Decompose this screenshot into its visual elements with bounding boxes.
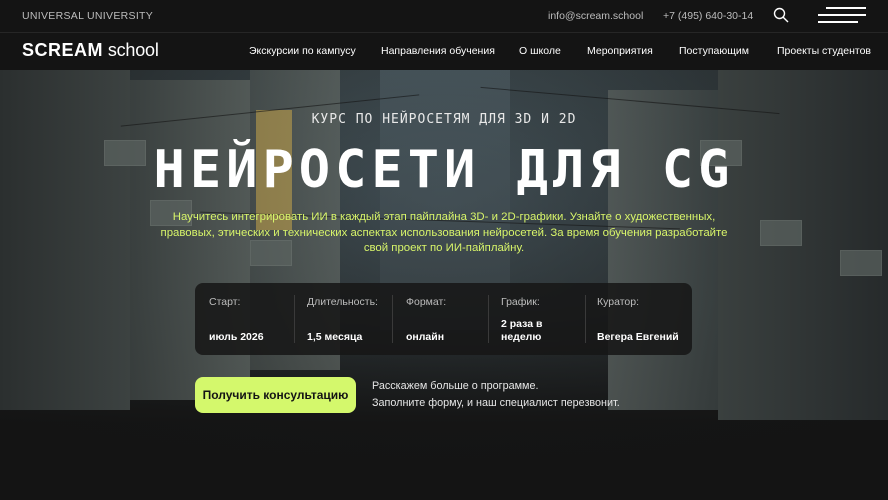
info-format: Формат: онлайн (406, 283, 486, 355)
cta-note-line1: Расскажем больше о программе. (372, 380, 539, 392)
info-start: Старт: июль 2026 (209, 283, 289, 355)
burger-menu-icon[interactable] (818, 7, 866, 23)
contact-email-link[interactable]: info@scream.school (548, 10, 643, 22)
info-value: Вегера Евгений (597, 331, 679, 343)
info-label: График: (501, 296, 540, 308)
contact-phone-link[interactable]: +7 (495) 640-30-14 (663, 10, 753, 22)
top-bar: UNIVERSAL UNIVERSITY info@scream.school … (0, 0, 888, 32)
nav-item-student-projects[interactable]: Проекты студентов (777, 45, 871, 57)
nav-item-applicants[interactable]: Поступающим (679, 45, 749, 57)
course-description: Научитесь интегрировать ИИ в каждый этап… (160, 211, 728, 254)
info-value: 2 раза в неделю (501, 318, 543, 343)
info-value: 1,5 месяца (307, 331, 363, 343)
cta-note-line2: Заполните форму, и наш специалист перезв… (372, 397, 620, 409)
main-navbar: SCREAM school Экскурсии по кампусу Напра… (0, 32, 888, 70)
info-label: Куратор: (597, 296, 639, 308)
course-info-card: Старт: июль 2026 Длительность: 1,5 месяц… (195, 283, 692, 355)
info-label: Старт: (209, 296, 241, 308)
info-value: онлайн (406, 331, 445, 343)
search-icon[interactable] (773, 7, 789, 23)
info-label: Формат: (406, 296, 447, 308)
info-value: июль 2026 (209, 331, 264, 343)
course-subtitle: КУРС ПО НЕЙРОСЕТЯМ ДЛЯ 3D И 2D (311, 112, 577, 127)
info-curator: Куратор: Вегера Евгений (597, 283, 687, 355)
nav-item-directions[interactable]: Направления обучения (381, 45, 495, 57)
info-label: Длительность: (307, 296, 378, 308)
scream-school-logo[interactable]: SCREAM school (22, 40, 159, 61)
info-schedule: График: 2 раза в неделю (501, 283, 565, 355)
get-consultation-button[interactable]: Получить консультацию (195, 377, 356, 413)
nav-item-events[interactable]: Мероприятия (587, 45, 653, 57)
info-duration: Длительность: 1,5 месяца (307, 283, 392, 355)
nav-item-campus-tours[interactable]: Экскурсии по кампусу (249, 45, 356, 57)
university-brand[interactable]: UNIVERSAL UNIVERSITY (22, 10, 153, 22)
nav-item-about[interactable]: О школе (519, 45, 561, 57)
page-title: НЕЙРОСЕТИ ДЛЯ CG (153, 140, 735, 200)
